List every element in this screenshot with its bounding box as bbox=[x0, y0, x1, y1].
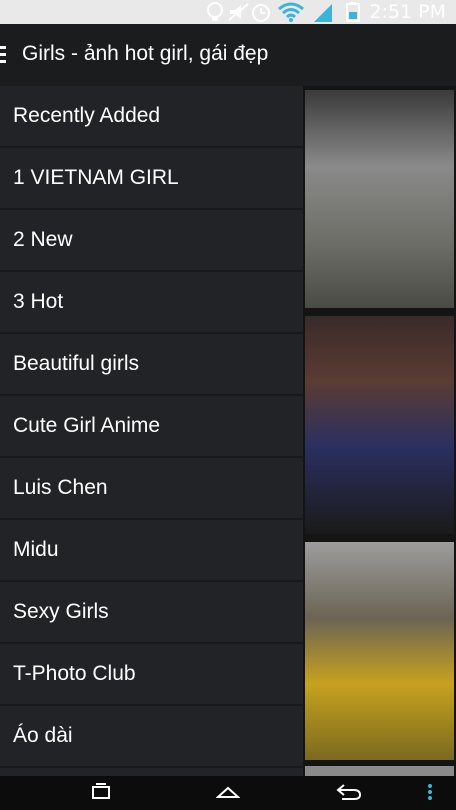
wifi-icon bbox=[278, 2, 304, 22]
drawer-item-vietnam-girl[interactable]: 1 VIETNAM GIRL bbox=[0, 148, 303, 210]
action-bar: Girls - ảnh hot girl, gái đẹp bbox=[0, 24, 456, 88]
drawer-item-cute-girl-anime[interactable]: Cute Girl Anime bbox=[0, 396, 303, 458]
alarm-icon bbox=[252, 4, 270, 22]
drawer-item-t-photo-club[interactable]: T-Photo Club bbox=[0, 644, 303, 706]
status-time: 2:51 PM bbox=[369, 1, 446, 23]
navigation-drawer: Recently Added 1 VIETNAM GIRL 2 New 3 Ho… bbox=[0, 86, 303, 776]
bulb-icon bbox=[207, 2, 223, 21]
drawer-item-beautiful-girls[interactable]: Beautiful girls bbox=[0, 334, 303, 396]
gallery-photo[interactable] bbox=[305, 542, 454, 760]
gallery-photo[interactable] bbox=[305, 316, 454, 534]
home-icon[interactable] bbox=[216, 781, 240, 803]
photo-gallery bbox=[303, 86, 456, 776]
drawer-item-ao-dai[interactable]: Áo dài bbox=[0, 706, 303, 768]
recent-apps-icon[interactable] bbox=[90, 781, 112, 803]
drawer-item-sexy-girls[interactable]: Sexy Girls bbox=[0, 582, 303, 644]
system-nav-bar bbox=[0, 776, 456, 810]
drawer-item-luis-chen[interactable]: Luis Chen bbox=[0, 458, 303, 520]
signal-icon bbox=[314, 4, 332, 22]
back-icon[interactable] bbox=[336, 781, 362, 803]
app-title[interactable]: Girls - ảnh hot girl, gái đẹp bbox=[22, 42, 268, 66]
hamburger-menu-icon[interactable] bbox=[0, 46, 8, 64]
gallery-photo[interactable] bbox=[305, 766, 454, 776]
drawer-item-hot[interactable]: 3 Hot bbox=[0, 272, 303, 334]
drawer-item-new[interactable]: 2 New bbox=[0, 210, 303, 272]
overflow-menu-icon[interactable] bbox=[426, 781, 434, 803]
gallery-photo[interactable] bbox=[305, 90, 454, 308]
drawer-item-midu[interactable]: Midu bbox=[0, 520, 303, 582]
status-bar: 2:51 PM bbox=[0, 0, 456, 24]
drawer-item-recently-added[interactable]: Recently Added bbox=[0, 86, 303, 148]
battery-icon bbox=[346, 2, 360, 22]
mute-icon bbox=[228, 3, 249, 21]
